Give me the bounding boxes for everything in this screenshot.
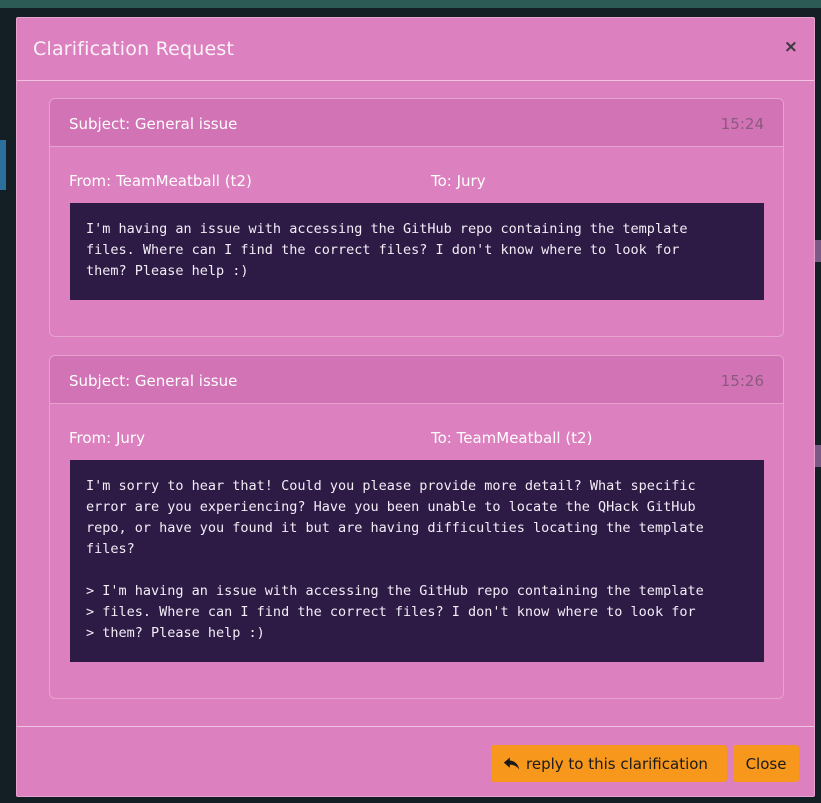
message-card: Subject: General issue 15:24 From: TeamM…: [49, 98, 784, 337]
message-card: Subject: General issue 15:26 From: Jury …: [49, 355, 784, 699]
modal-footer: reply to this clarification Close: [17, 726, 814, 797]
background-page-edge: [0, 140, 6, 190]
reply-icon: [503, 757, 520, 770]
message-subject: Subject: General issue: [69, 115, 238, 133]
message-from: From: TeamMeatball (t2): [69, 172, 252, 190]
background-page-edge: [815, 240, 821, 262]
close-icon[interactable]: ×: [784, 38, 798, 56]
message-time: 15:24: [720, 115, 764, 133]
message-header: Subject: General issue 15:24: [50, 99, 783, 147]
modal-title: Clarification Request: [33, 38, 235, 60]
clarification-modal: Clarification Request × Subject: General…: [16, 17, 815, 797]
background-page-strip: [0, 0, 821, 8]
background-page-edge: [815, 445, 821, 467]
message-header: Subject: General issue 15:26: [50, 356, 783, 404]
message-meta: From: TeamMeatball (t2) To: Jury: [50, 147, 783, 203]
modal-header: Clarification Request ×: [17, 18, 814, 81]
message-to: To: Jury: [431, 172, 486, 190]
message-subject: Subject: General issue: [69, 372, 238, 390]
modal-body: Subject: General issue 15:24 From: TeamM…: [49, 98, 784, 699]
close-button[interactable]: Close: [733, 745, 799, 782]
message-time: 15:26: [720, 372, 764, 390]
message-body: I'm sorry to hear that! Could you please…: [70, 460, 764, 662]
message-body: I'm having an issue with accessing the G…: [70, 203, 764, 300]
message-to: To: TeamMeatball (t2): [431, 429, 593, 447]
message-meta: From: Jury To: TeamMeatball (t2): [50, 404, 783, 460]
reply-button-label: reply to this clarification: [526, 754, 708, 773]
reply-button[interactable]: reply to this clarification: [491, 745, 727, 782]
message-from: From: Jury: [69, 429, 145, 447]
